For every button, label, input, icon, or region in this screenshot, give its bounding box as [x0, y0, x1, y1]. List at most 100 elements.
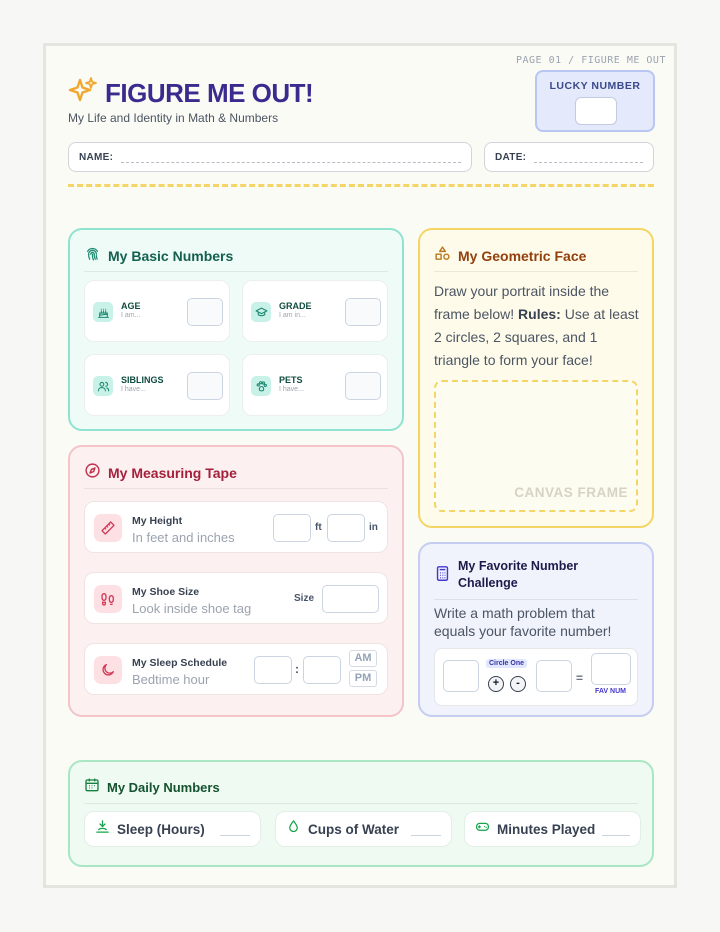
canvas-frame-label: CANVAS FRAME [514, 485, 628, 500]
feet-input[interactable] [273, 514, 311, 542]
bed-icon [95, 819, 110, 839]
circle-one-label: Circle One [486, 659, 528, 668]
math-problem-area: Circle One + - = FAV NUM [434, 648, 638, 706]
lucky-number-label: LUCKY NUMBER [549, 80, 641, 92]
water-cups-label: Cups of Water [308, 821, 399, 837]
favorite-number-card: My Favorite Number Challenge Write a mat… [418, 542, 654, 717]
height-title: My Height [132, 515, 183, 527]
sleep-minute-input[interactable] [303, 656, 341, 684]
time-colon: : [295, 662, 299, 676]
first-number-input[interactable] [443, 660, 479, 692]
height-sub: In feet and inches [132, 530, 235, 545]
age-hint: I am... [121, 312, 141, 319]
daily-numbers-card: My Daily Numbers Sleep (Hours) Cups of W… [68, 760, 654, 867]
shoe-size-input[interactable] [322, 585, 379, 613]
pm-option[interactable]: PM [349, 670, 377, 687]
favorite-number-instructions: Write a math problem that equals your fa… [434, 605, 612, 639]
gamepad-icon [475, 819, 490, 839]
siblings-item: SIBLINGS I have... [84, 354, 230, 416]
daily-item-water: Cups of Water [275, 811, 452, 847]
daily-numbers-title: My Daily Numbers [107, 780, 220, 795]
fingerprint-icon [84, 245, 101, 267]
lucky-number-input[interactable] [575, 97, 617, 125]
shapes-icon [434, 245, 451, 267]
canvas-frame[interactable]: CANVAS FRAME [434, 380, 638, 512]
moon-icon [94, 656, 122, 684]
shoe-sub: Look inside shoe tag [132, 601, 252, 616]
paw-icon [251, 376, 271, 396]
rules-label: Rules: [518, 306, 561, 322]
sleep-title: My Sleep Schedule [132, 657, 228, 669]
shoe-size-label: Size [294, 593, 315, 604]
minutes-played-label: Minutes Played [497, 821, 596, 837]
sleep-sub: Bedtime hour [132, 672, 210, 687]
age-label: AGE [121, 301, 141, 311]
name-line [121, 151, 461, 163]
grade-hint: I am in... [279, 312, 306, 319]
siblings-label: SIBLINGS [121, 375, 164, 385]
page-title: FIGURE ME OUT! [105, 78, 314, 108]
ruler-icon [94, 514, 122, 542]
page-subtitle: My Life and Identity in Math & Numbers [68, 111, 279, 125]
pets-hint: I have... [279, 386, 304, 393]
calendar-icon [84, 777, 100, 798]
title-row: FIGURE ME OUT! [68, 76, 314, 111]
compass-icon [84, 462, 101, 484]
basic-numbers-title: My Basic Numbers [108, 247, 234, 264]
second-number-input[interactable] [536, 660, 572, 692]
favorite-number-header: My Favorite Number Challenge [434, 558, 638, 600]
sleep-hour-input[interactable] [254, 656, 292, 684]
daily-item-play: Minutes Played [464, 811, 641, 847]
siblings-input[interactable] [187, 372, 223, 400]
age-item: AGE I am... [84, 280, 230, 342]
height-row: My Height In feet and inches ft in [84, 501, 388, 553]
favorite-number-title: My Favorite Number Challenge [458, 559, 579, 590]
pets-label: PETS [279, 375, 303, 385]
am-option[interactable]: AM [349, 650, 377, 667]
plus-option[interactable]: + [488, 676, 504, 692]
favorite-number-input[interactable] [591, 653, 631, 685]
equals-sign: = [576, 671, 584, 685]
date-line [534, 151, 643, 163]
feet-unit: ft [315, 522, 322, 533]
inches-input[interactable] [327, 514, 365, 542]
geometric-face-title: My Geometric Face [458, 247, 587, 264]
grade-input[interactable] [345, 298, 381, 326]
minus-option[interactable]: - [510, 676, 526, 692]
geometric-face-header: My Geometric Face [434, 244, 638, 272]
droplet-icon [286, 819, 301, 839]
name-field[interactable]: NAME: [68, 142, 472, 172]
lucky-number-box: LUCKY NUMBER [535, 70, 655, 132]
date-label: DATE: [495, 151, 527, 163]
age-input[interactable] [187, 298, 223, 326]
sleep-hours-line[interactable] [220, 822, 250, 836]
siblings-hint: I have... [121, 386, 146, 393]
calculator-icon [434, 565, 451, 587]
pets-input[interactable] [345, 372, 381, 400]
measuring-tape-title: My Measuring Tape [108, 464, 237, 481]
header-divider [68, 184, 654, 187]
sparkle-icon [68, 76, 98, 111]
footprints-icon [94, 585, 122, 613]
minutes-played-line[interactable] [602, 822, 630, 836]
pets-item: PETS I have... [242, 354, 388, 416]
daily-item-sleep: Sleep (Hours) [84, 811, 261, 847]
page-label: PAGE 01 / FIGURE ME OUT [516, 55, 666, 66]
grade-item: GRADE I am in... [242, 280, 388, 342]
inches-unit: in [369, 522, 378, 533]
water-cups-line[interactable] [411, 822, 441, 836]
geometric-face-card: My Geometric Face Draw your portrait ins… [418, 228, 654, 528]
shoe-title: My Shoe Size [132, 586, 200, 598]
worksheet-page: PAGE 01 / FIGURE ME OUT FIGURE ME OUT! M… [43, 43, 677, 888]
name-label: NAME: [79, 151, 114, 163]
sleep-hours-label: Sleep (Hours) [117, 821, 205, 837]
graduation-cap-icon [251, 302, 271, 322]
fav-num-label: FAV NUM [595, 688, 626, 695]
geometric-instructions: Draw your portrait inside the frame belo… [434, 280, 642, 372]
daily-numbers-header: My Daily Numbers [84, 776, 638, 804]
measuring-tape-header: My Measuring Tape [84, 461, 388, 489]
date-field[interactable]: DATE: [484, 142, 654, 172]
basic-numbers-card: My Basic Numbers AGE I am... GRADE I am … [68, 228, 404, 431]
basic-numbers-header: My Basic Numbers [84, 244, 388, 272]
measuring-tape-card: My Measuring Tape My Height In feet and … [68, 445, 404, 717]
